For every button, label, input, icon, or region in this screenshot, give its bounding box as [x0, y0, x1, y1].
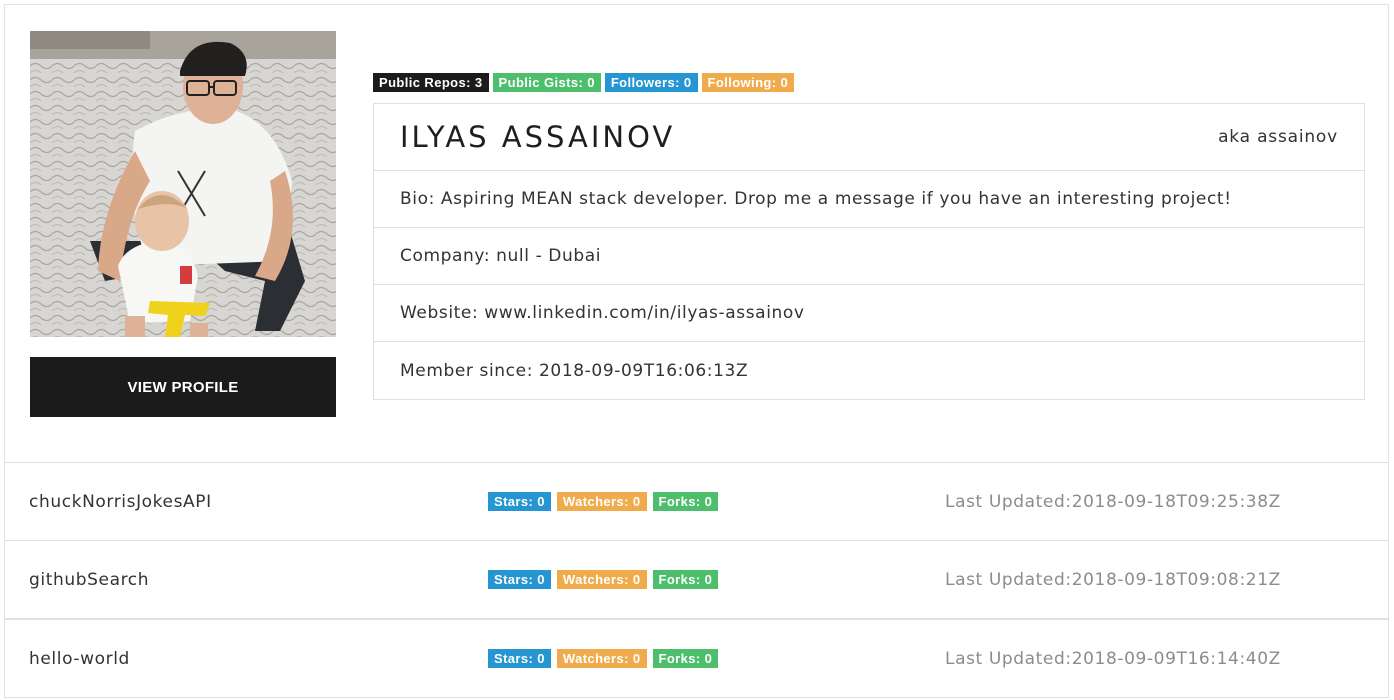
repo-last-updated: Last Updated:2018-09-09T16:14:40Z [945, 648, 1281, 669]
repo-name[interactable]: chuckNorrisJokesAPI [29, 463, 212, 540]
profile-alias: aka assainov [1218, 127, 1338, 147]
profile-website: Website: www.linkedin.com/in/ilyas-assai… [374, 285, 1364, 342]
profile-stats-badges: Public Repos: 3 Public Gists: 0 Follower… [373, 73, 795, 92]
profile-bio: Bio: Aspiring MEAN stack developer. Drop… [374, 171, 1364, 228]
watchers-badge: Watchers: 0 [556, 492, 647, 511]
repo-badges: Stars: 0 Watchers: 0 Forks: 0 [488, 541, 719, 618]
profile-info-list: ILYAS ASSAINOV aka assainov Bio: Aspirin… [373, 103, 1365, 400]
watchers-badge: Watchers: 0 [556, 649, 647, 668]
stars-badge: Stars: 0 [488, 492, 551, 511]
stars-badge: Stars: 0 [488, 649, 551, 668]
profile-name: ILYAS ASSAINOV [400, 120, 676, 154]
view-profile-button[interactable]: VIEW PROFILE [30, 357, 336, 417]
github-profile-page: VIEW PROFILE Public Repos: 3 Public Gist… [0, 0, 1394, 700]
followers-badge: Followers: 0 [604, 73, 698, 92]
repo-badges: Stars: 0 Watchers: 0 Forks: 0 [488, 620, 719, 697]
watchers-badge: Watchers: 0 [556, 570, 647, 589]
profile-company: Company: null - Dubai [374, 228, 1364, 285]
public-repos-badge: Public Repos: 3 [373, 73, 489, 92]
following-badge: Following: 0 [701, 73, 795, 92]
avatar [30, 31, 336, 337]
repo-last-updated: Last Updated:2018-09-18T09:25:38Z [945, 491, 1281, 512]
public-gists-badge: Public Gists: 0 [492, 73, 601, 92]
avatar-photo [30, 31, 336, 337]
stars-badge: Stars: 0 [488, 570, 551, 589]
forks-badge: Forks: 0 [652, 570, 719, 589]
repo-row[interactable]: hello-world Stars: 0 Watchers: 0 Forks: … [4, 619, 1389, 698]
repo-last-updated: Last Updated:2018-09-18T09:08:21Z [945, 569, 1281, 590]
repo-name[interactable]: hello-world [29, 620, 130, 697]
forks-badge: Forks: 0 [652, 492, 719, 511]
profile-card: VIEW PROFILE Public Repos: 3 Public Gist… [4, 4, 1389, 462]
repo-row[interactable]: chuckNorrisJokesAPI Stars: 0 Watchers: 0… [4, 462, 1389, 541]
profile-name-row: ILYAS ASSAINOV aka assainov [374, 104, 1364, 171]
repo-row[interactable]: githubSearch Stars: 0 Watchers: 0 Forks:… [4, 540, 1389, 619]
repo-badges: Stars: 0 Watchers: 0 Forks: 0 [488, 463, 719, 540]
profile-member-since: Member since: 2018-09-09T16:06:13Z [400, 360, 749, 381]
forks-badge: Forks: 0 [652, 649, 719, 668]
repo-name[interactable]: githubSearch [29, 541, 149, 618]
